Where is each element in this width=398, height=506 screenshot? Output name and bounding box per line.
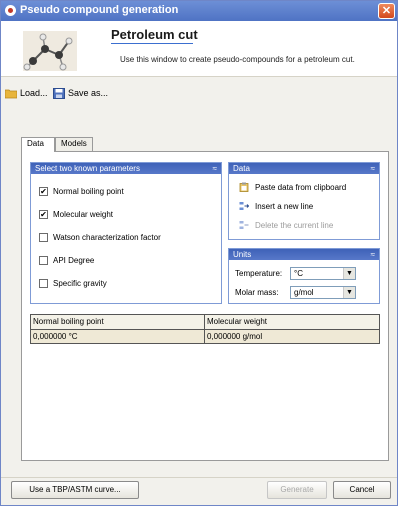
page-title: Petroleum cut	[111, 27, 198, 42]
table-cell[interactable]: 0,000000 g/mol	[205, 329, 379, 343]
checkbox-label: Watson characterization factor	[53, 233, 161, 242]
known-parameters-group: Select two known parameters ≈ ✔ Normal b…	[30, 162, 222, 304]
temperature-unit-select[interactable]: °C ▼	[290, 267, 356, 280]
generate-button[interactable]: Generate	[267, 481, 327, 499]
checkbox-label: API Degree	[53, 256, 95, 265]
tab-data[interactable]: Data	[21, 137, 55, 152]
data-tab-panel: Select two known parameters ≈ ✔ Normal b…	[21, 151, 389, 461]
data-group-title: Data	[233, 164, 250, 173]
checkbox-unchecked[interactable]	[39, 279, 48, 288]
checkbox-unchecked[interactable]	[39, 233, 48, 242]
insert-line-label: Insert a new line	[255, 201, 314, 211]
checkbox-checked[interactable]: ✔	[39, 210, 48, 219]
checkbox-molecular-weight[interactable]: ✔ Molecular weight	[39, 210, 113, 219]
folder-icon	[4, 88, 18, 99]
load-button[interactable]: Load...	[4, 85, 48, 101]
footer-divider	[1, 477, 397, 478]
delete-line-label: Delete the current line	[255, 220, 334, 230]
page-subtitle: Use this window to create pseudo-compoun…	[120, 55, 355, 64]
data-grid: Normal boiling point Molecular weight 0,…	[30, 314, 380, 344]
molar-mass-label: Molar mass:	[235, 288, 279, 297]
title-bar: Pseudo compound generation ✕	[1, 1, 397, 21]
close-button[interactable]: ✕	[378, 3, 395, 19]
load-label: Load...	[20, 88, 48, 98]
checkbox-watson-factor[interactable]: Watson characterization factor	[39, 233, 161, 242]
checkbox-unchecked[interactable]	[39, 256, 48, 265]
checkbox-normal-boiling-point[interactable]: ✔ Normal boiling point	[39, 187, 124, 196]
checkbox-label: Specific gravity	[53, 279, 107, 288]
temperature-unit-row: Temperature: °C ▼	[235, 267, 356, 280]
insert-line-button[interactable]: Insert a new line	[239, 201, 313, 211]
molar-mass-unit-value: g/mol	[294, 288, 314, 297]
checkbox-label: Normal boiling point	[53, 187, 124, 196]
paste-data-button[interactable]: Paste data from clipboard	[239, 182, 346, 192]
data-group: Data ≈ Paste data from clipboard Insert …	[228, 162, 380, 240]
collapse-chevron-icon[interactable]: ≈	[371, 249, 375, 260]
delete-row-icon	[239, 220, 249, 230]
checkbox-label: Molecular weight	[53, 210, 114, 219]
tab-models[interactable]: Models	[55, 137, 93, 151]
table-row[interactable]: 0,000000 °C 0,000000 g/mol	[31, 329, 379, 343]
column-header-molecular-weight[interactable]: Molecular weight	[205, 315, 379, 329]
units-group-header[interactable]: Units ≈	[229, 249, 379, 260]
clipboard-icon	[239, 182, 249, 192]
units-group-title: Units	[233, 250, 252, 259]
collapse-chevron-icon[interactable]: ≈	[371, 163, 375, 174]
delete-line-button[interactable]: Delete the current line	[239, 220, 333, 230]
molar-mass-unit-select[interactable]: g/mol ▼	[290, 286, 356, 299]
units-group: Units ≈ Temperature: °C ▼ Molar mass: g/…	[228, 248, 380, 304]
chevron-down-icon[interactable]: ▼	[343, 287, 355, 298]
save-as-button[interactable]: Save as...	[53, 85, 108, 101]
grid-header-row: Normal boiling point Molecular weight	[31, 315, 379, 329]
molecule-image	[23, 31, 77, 71]
column-header-normal-boiling-point[interactable]: Normal boiling point	[31, 315, 205, 329]
known-parameters-header[interactable]: Select two known parameters ≈	[31, 163, 221, 174]
pseudo-compound-window: Pseudo compound generation ✕ Petroleum c…	[0, 0, 398, 506]
paste-data-label: Paste data from clipboard	[255, 182, 347, 192]
temperature-unit-value: °C	[294, 269, 303, 278]
toolbar: Load... Save as...	[1, 85, 397, 101]
data-group-header[interactable]: Data ≈	[229, 163, 379, 174]
insert-row-icon	[239, 201, 250, 211]
cancel-button[interactable]: Cancel	[333, 481, 391, 499]
collapse-chevron-icon[interactable]: ≈	[213, 163, 217, 174]
floppy-disk-icon	[53, 87, 65, 99]
chevron-down-icon[interactable]: ▼	[343, 268, 355, 279]
checkbox-api-degree[interactable]: API Degree	[39, 256, 94, 265]
temperature-label: Temperature:	[235, 269, 283, 278]
tbp-astm-curve-button[interactable]: Use a TBP/ASTM curve...	[11, 481, 139, 499]
table-cell[interactable]: 0,000000 °C	[31, 329, 205, 343]
molar-mass-unit-row: Molar mass: g/mol ▼	[235, 286, 356, 299]
app-icon	[5, 5, 16, 16]
title-underline	[111, 43, 193, 44]
save-as-label: Save as...	[68, 88, 109, 98]
header-banner: Petroleum cut Use this window to create …	[1, 21, 397, 77]
checkbox-specific-gravity[interactable]: Specific gravity	[39, 279, 107, 288]
checkbox-checked[interactable]: ✔	[39, 187, 48, 196]
known-parameters-title: Select two known parameters	[35, 164, 140, 173]
window-title: Pseudo compound generation	[20, 4, 179, 16]
